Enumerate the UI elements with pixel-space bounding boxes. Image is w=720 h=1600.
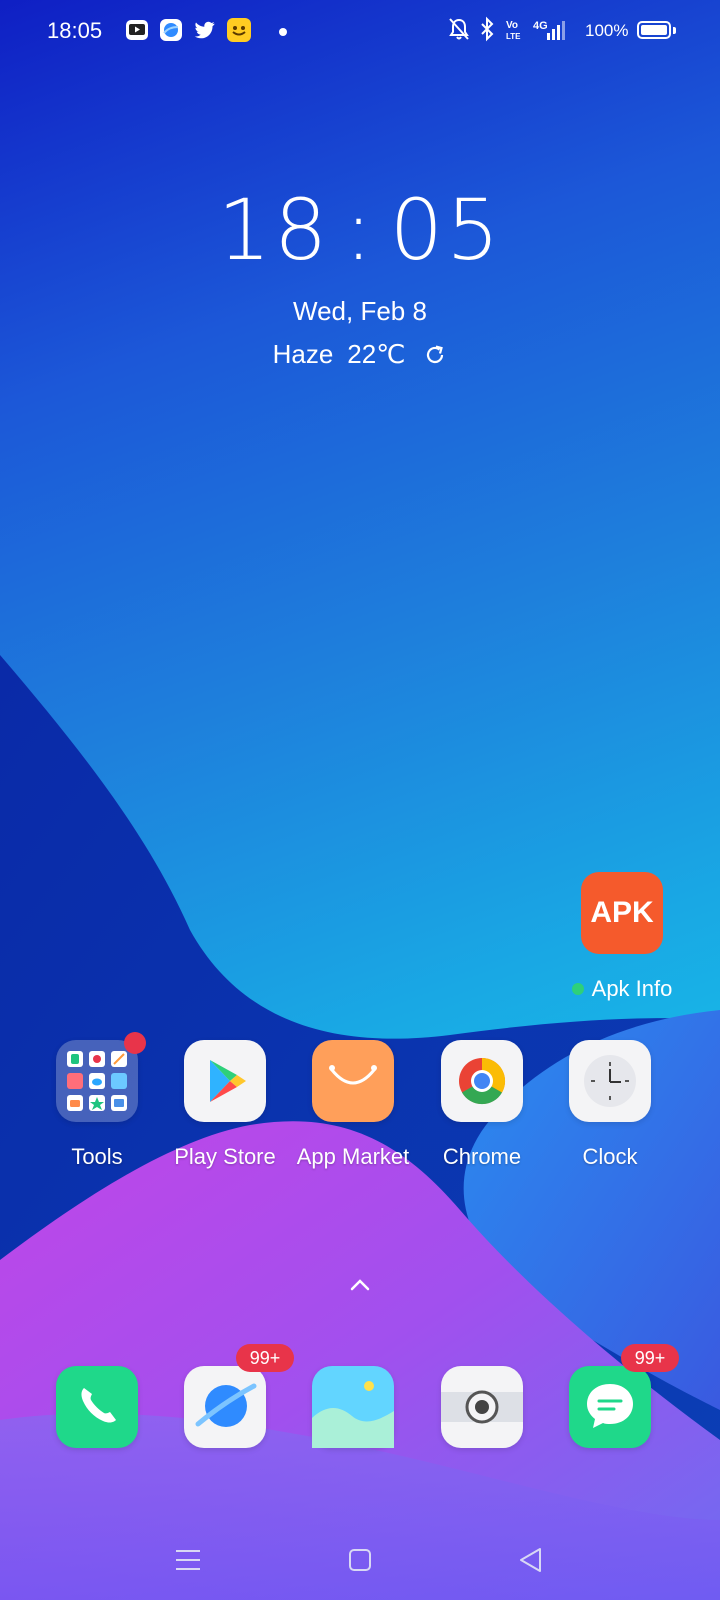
svg-text:LTE: LTE (506, 32, 521, 41)
app-label: Chrome (442, 1144, 522, 1169)
more-notifications-dot (279, 28, 287, 36)
dock-phone[interactable] (37, 1366, 157, 1448)
widget-colon: : (344, 181, 376, 279)
battery-tip (673, 27, 676, 34)
play-store-icon[interactable] (184, 1040, 266, 1122)
mute-bell-icon (448, 16, 470, 47)
notification-badge: 99+ (236, 1344, 294, 1372)
app-chrome[interactable]: Chrome (422, 1040, 542, 1170)
camera-icon[interactable] (441, 1366, 523, 1448)
battery-percentage: 100% (585, 21, 629, 40)
emoji-app-icon (227, 18, 251, 42)
navigation-bar (0, 1520, 720, 1600)
folder-notification-dot (124, 1032, 146, 1054)
apk-icon[interactable]: APK (581, 872, 663, 954)
back-icon[interactable] (512, 1540, 552, 1580)
widget-time[interactable]: 18:05 (0, 180, 720, 280)
folder-icon[interactable] (56, 1032, 146, 1122)
app-label: Play Store (174, 1144, 276, 1169)
widget-hours: 18 (217, 181, 331, 279)
app-app-market[interactable]: App Market (293, 1040, 413, 1170)
dock-browser[interactable]: 99+ (165, 1344, 294, 1448)
widget-date[interactable]: Wed, Feb 8 (0, 296, 720, 327)
widget-weather[interactable]: Haze 22℃ (273, 339, 448, 370)
status-bar: 18:05 Vo LTE 4G 100% (0, 0, 720, 64)
app-drawer-chevron-up-icon[interactable] (349, 1278, 371, 1292)
app-label: Tools (71, 1144, 123, 1169)
status-time: 18:05 (47, 18, 103, 43)
apk-info-text: Apk Info (591, 976, 673, 1001)
4g-signal-icon: 4G (533, 18, 567, 49)
clock-weather-widget[interactable]: 18:05 Wed, Feb 8 Haze 22℃ (0, 180, 720, 370)
twitter-icon (193, 18, 217, 42)
app-label: Clock (582, 1144, 638, 1169)
dock-messages[interactable]: 99+ (550, 1344, 679, 1448)
refresh-icon[interactable] (423, 343, 447, 367)
app-market-icon[interactable] (312, 1040, 394, 1122)
messages-icon[interactable]: 99+ (569, 1344, 679, 1448)
browser-icon (159, 18, 183, 42)
clock-icon[interactable] (569, 1040, 651, 1122)
weather-condition: Haze (272, 339, 334, 369)
home-screen: 18:05 Vo LTE 4G 100% 18: 05 Wed, Feb 8 … (0, 0, 720, 1600)
battery-icon (637, 21, 671, 39)
bluetooth-icon (477, 16, 497, 47)
browser-icon[interactable]: 99+ (184, 1344, 294, 1448)
youtube-icon (125, 18, 149, 42)
home-icon[interactable] (340, 1540, 380, 1580)
app-clock[interactable]: Clock (550, 1040, 670, 1170)
dock-gallery[interactable] (293, 1366, 413, 1448)
chrome-icon[interactable] (441, 1040, 523, 1122)
battery-level (641, 25, 667, 35)
volte-icon: Vo LTE (505, 18, 527, 42)
phone-icon[interactable] (56, 1366, 138, 1448)
menu-icon[interactable] (168, 1540, 208, 1580)
dock-camera[interactable] (422, 1366, 542, 1448)
gallery-icon[interactable] (312, 1366, 394, 1448)
app-play-store[interactable]: Play Store (165, 1040, 285, 1170)
widget-minutes: 05 (389, 181, 503, 279)
svg-text:4G: 4G (533, 20, 548, 32)
app-label: App Market (296, 1144, 410, 1169)
apk-info-label: Apk Info (571, 976, 673, 1002)
svg-text:Vo: Vo (506, 20, 518, 31)
notification-badge: 99+ (621, 1344, 679, 1372)
app-tools-folder[interactable]: Tools (37, 1032, 157, 1170)
apk-info-app[interactable]: APK Apk Info (562, 872, 682, 1002)
new-app-dot (571, 983, 584, 995)
weather-temperature: 22℃ (347, 339, 406, 369)
